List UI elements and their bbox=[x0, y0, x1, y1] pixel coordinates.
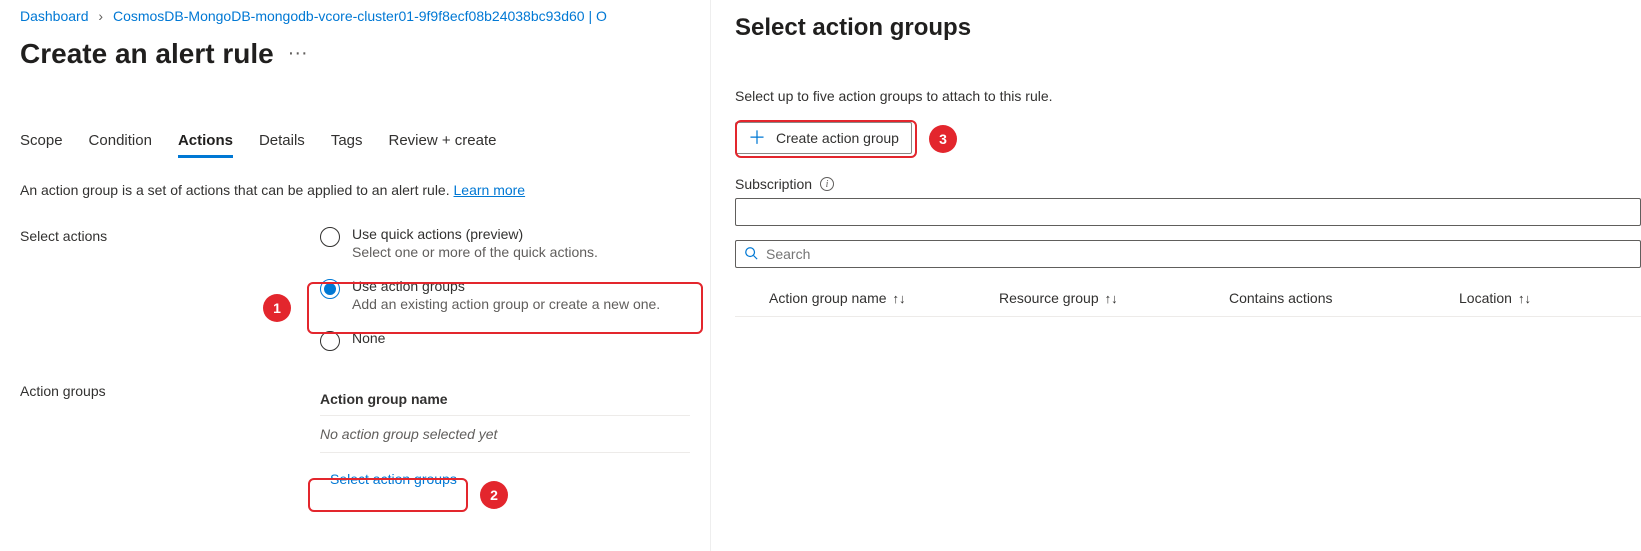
sort-icon: ↑↓ bbox=[893, 291, 906, 306]
info-icon[interactable]: i bbox=[820, 177, 834, 191]
select-action-groups-link[interactable]: Select action groups bbox=[320, 465, 467, 493]
learn-more-link[interactable]: Learn more bbox=[454, 182, 526, 198]
tab-details[interactable]: Details bbox=[259, 132, 305, 158]
radio-label: None bbox=[352, 330, 385, 346]
action-group-name-header: Action group name bbox=[320, 381, 690, 416]
create-action-group-label: Create action group bbox=[776, 130, 899, 146]
panel-title: Select action groups bbox=[735, 14, 1641, 42]
annotation-badge-1: 1 bbox=[263, 294, 291, 322]
action-groups-label: Action groups bbox=[20, 381, 320, 399]
create-action-group-button[interactable]: ＋ Create action group bbox=[735, 122, 912, 154]
radio-desc: Select one or more of the quick actions. bbox=[352, 244, 598, 260]
search-box[interactable] bbox=[735, 240, 1641, 268]
sort-icon: ↑↓ bbox=[1105, 291, 1118, 306]
radio-quick-actions[interactable]: Use quick actions (preview) Select one o… bbox=[320, 226, 690, 260]
page-title: Create an alert rule bbox=[20, 38, 274, 70]
tab-condition[interactable]: Condition bbox=[89, 132, 152, 158]
tabs: Scope Condition Actions Details Tags Rev… bbox=[20, 132, 690, 158]
radio-group-actions: Use quick actions (preview) Select one o… bbox=[320, 226, 690, 351]
search-input[interactable] bbox=[766, 246, 1632, 262]
search-icon bbox=[744, 246, 758, 263]
tab-review-create[interactable]: Review + create bbox=[389, 132, 497, 158]
radio-label: Use quick actions (preview) bbox=[352, 226, 598, 242]
tab-tags[interactable]: Tags bbox=[331, 132, 363, 158]
breadcrumb-separator: › bbox=[98, 8, 103, 24]
description-text: An action group is a set of actions that… bbox=[20, 182, 450, 198]
column-label: Action group name bbox=[769, 290, 887, 306]
radio-action-groups[interactable]: Use action groups Add an existing action… bbox=[320, 278, 690, 312]
more-menu-icon[interactable]: ··· bbox=[288, 43, 308, 69]
plus-icon: ＋ bbox=[748, 129, 766, 147]
radio-icon bbox=[320, 331, 340, 351]
radio-none[interactable]: None bbox=[320, 330, 690, 351]
column-label: Contains actions bbox=[1229, 290, 1333, 306]
radio-desc: Add an existing action group or create a… bbox=[352, 296, 660, 312]
subscription-dropdown[interactable] bbox=[735, 198, 1641, 226]
column-resource-group[interactable]: Resource group ↑↓ bbox=[999, 290, 1229, 306]
tab-scope[interactable]: Scope bbox=[20, 132, 63, 158]
grid-header: Action group name ↑↓ Resource group ↑↓ C… bbox=[735, 286, 1641, 317]
breadcrumb-link-resource[interactable]: CosmosDB-MongoDB-mongodb-vcore-cluster01… bbox=[113, 8, 607, 24]
radio-icon bbox=[320, 227, 340, 247]
radio-label: Use action groups bbox=[352, 278, 660, 294]
sort-icon: ↑↓ bbox=[1518, 291, 1531, 306]
select-actions-label: Select actions bbox=[20, 226, 320, 244]
column-location[interactable]: Location ↑↓ bbox=[1459, 290, 1641, 306]
subscription-label-text: Subscription bbox=[735, 176, 812, 192]
column-label: Location bbox=[1459, 290, 1512, 306]
column-action-group-name[interactable]: Action group name ↑↓ bbox=[769, 290, 999, 306]
breadcrumb: Dashboard › CosmosDB-MongoDB-mongodb-vco… bbox=[20, 8, 690, 24]
annotation-badge-3: 3 bbox=[929, 125, 957, 153]
action-group-empty-text: No action group selected yet bbox=[320, 416, 690, 453]
breadcrumb-link-dashboard[interactable]: Dashboard bbox=[20, 8, 89, 24]
annotation-badge-2: 2 bbox=[480, 481, 508, 509]
column-contains-actions[interactable]: Contains actions bbox=[1229, 290, 1459, 306]
subscription-label: Subscription i bbox=[735, 176, 1641, 192]
radio-icon bbox=[320, 279, 340, 299]
tab-actions[interactable]: Actions bbox=[178, 132, 233, 158]
panel-description: Select up to five action groups to attac… bbox=[735, 88, 1641, 104]
column-label: Resource group bbox=[999, 290, 1099, 306]
tab-description: An action group is a set of actions that… bbox=[20, 182, 690, 198]
